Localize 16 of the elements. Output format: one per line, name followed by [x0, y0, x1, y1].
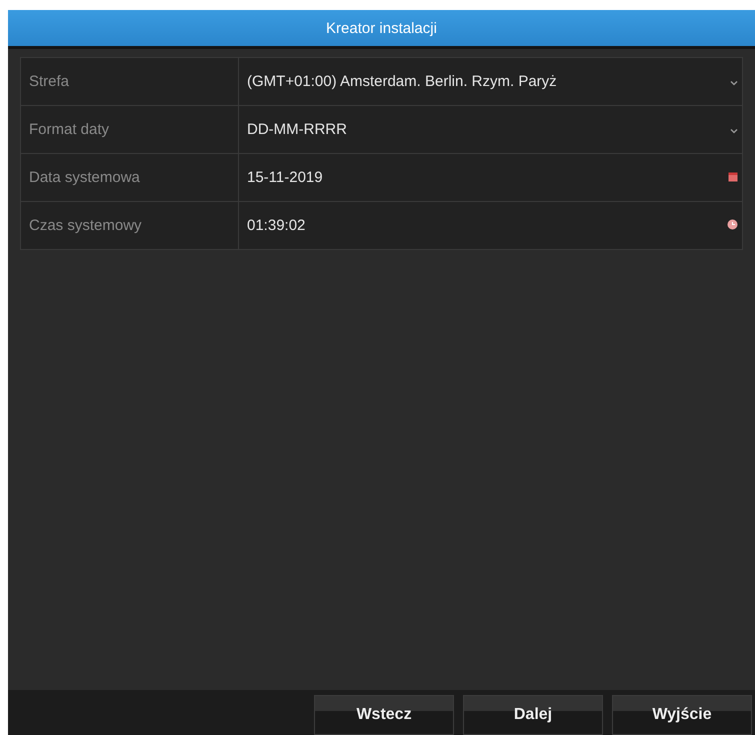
field-label: Format daty — [21, 106, 239, 153]
chevron-down-icon — [730, 80, 738, 86]
field-label: Data systemowa — [21, 154, 239, 201]
wizard-button[interactable]: Wyjście — [612, 695, 752, 735]
field-label: Strefa — [21, 58, 239, 105]
chevron-down-icon — [730, 128, 738, 134]
clock-icon[interactable] — [727, 219, 738, 230]
window-title: Kreator instalacji — [8, 10, 755, 49]
date-field[interactable]: 15-11-2019 — [239, 154, 742, 201]
dropdown-field[interactable]: (GMT+01:00) Amsterdam. Berlin. Rzym. Paryż — [239, 58, 742, 105]
dropdown-field[interactable]: DD-MM-RRRR — [239, 106, 742, 153]
wizard-button[interactable]: Dalej — [463, 695, 603, 735]
field-label: Czas systemowy — [21, 202, 239, 249]
wizard-button[interactable]: Wstecz — [314, 695, 454, 735]
time-field[interactable]: 01:39:02 — [239, 202, 742, 249]
calendar-icon[interactable] — [728, 172, 738, 182]
